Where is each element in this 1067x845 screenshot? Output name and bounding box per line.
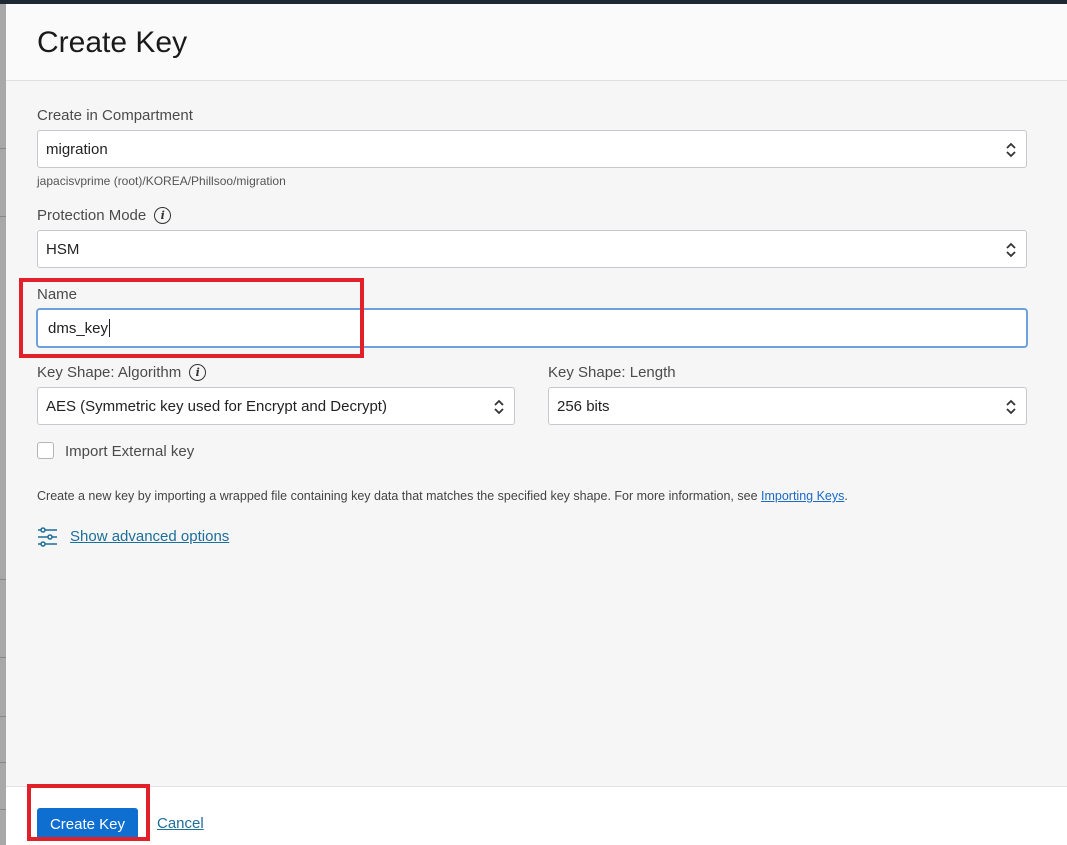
highlight-box-create bbox=[27, 784, 150, 841]
chevron-updown-icon bbox=[494, 399, 504, 415]
length-label-text: Key Shape: Length bbox=[548, 364, 676, 381]
chevron-updown-icon bbox=[1006, 399, 1016, 415]
algorithm-label-text: Key Shape: Algorithm bbox=[37, 364, 182, 381]
chevron-updown-icon bbox=[1006, 242, 1016, 258]
importing-keys-link[interactable]: Importing Keys bbox=[761, 489, 844, 503]
protection-mode-label: Protection Mode i bbox=[37, 207, 172, 224]
chevron-updown-icon bbox=[1006, 142, 1016, 158]
compartment-value: migration bbox=[46, 140, 108, 158]
info-icon[interactable]: i bbox=[189, 364, 207, 381]
dialog-title: Create Key bbox=[37, 26, 188, 59]
algorithm-label: Key Shape: Algorithm i bbox=[37, 364, 207, 381]
dialog-header: Create Key bbox=[6, 4, 1067, 81]
import-description-suffix: . bbox=[844, 489, 848, 503]
length-select[interactable]: 256 bits bbox=[548, 387, 1027, 425]
import-external-key-checkbox[interactable] bbox=[37, 442, 54, 459]
sliders-icon[interactable] bbox=[37, 526, 59, 548]
protection-mode-value: HSM bbox=[46, 240, 80, 258]
import-description-text: Create a new key by importing a wrapped … bbox=[37, 489, 761, 503]
import-external-key-label[interactable]: Import External key bbox=[65, 443, 194, 460]
cancel-link[interactable]: Cancel bbox=[157, 815, 204, 832]
compartment-label-text: Create in Compartment bbox=[37, 107, 193, 124]
show-advanced-options-link[interactable]: Show advanced options bbox=[70, 528, 229, 545]
dialog-footer: Create Key Cancel bbox=[6, 786, 1067, 845]
compartment-label: Create in Compartment bbox=[37, 107, 193, 124]
info-icon[interactable]: i bbox=[154, 207, 172, 224]
compartment-path-hint: japacisvprime (root)/KOREA/Phillsoo/migr… bbox=[37, 174, 286, 188]
protection-mode-label-text: Protection Mode bbox=[37, 207, 147, 224]
import-description: Create a new key by importing a wrapped … bbox=[37, 489, 848, 503]
algorithm-value: AES (Symmetric key used for Encrypt and … bbox=[46, 397, 387, 415]
protection-mode-select[interactable]: HSM bbox=[37, 230, 1027, 268]
algorithm-select[interactable]: AES (Symmetric key used for Encrypt and … bbox=[37, 387, 515, 425]
create-key-dialog: Create Key Create in Compartment migrati… bbox=[6, 4, 1067, 845]
length-value: 256 bits bbox=[557, 397, 610, 415]
length-label: Key Shape: Length bbox=[548, 364, 676, 381]
highlight-box-name bbox=[19, 278, 364, 358]
compartment-select[interactable]: migration bbox=[37, 130, 1027, 168]
